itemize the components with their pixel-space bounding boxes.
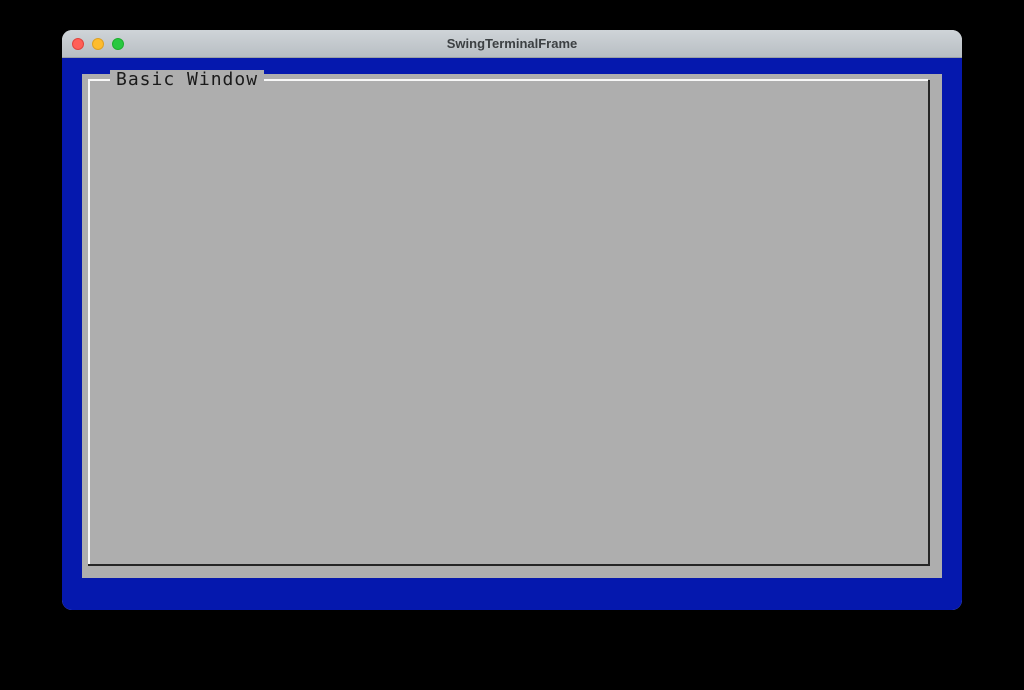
tui-window: Basic Window: [82, 74, 942, 578]
terminal-area[interactable]: Basic Window: [62, 58, 962, 610]
app-window: SwingTerminalFrame Basic Window: [62, 30, 962, 610]
titlebar[interactable]: SwingTerminalFrame: [62, 30, 962, 58]
tui-frame-bottom: [88, 564, 930, 566]
window-title: SwingTerminalFrame: [62, 36, 962, 51]
tui-window-title: Basic Window: [110, 70, 264, 90]
tui-window-body[interactable]: [96, 90, 922, 556]
tui-frame-left: [88, 79, 90, 564]
tui-frame-right: [928, 80, 930, 564]
